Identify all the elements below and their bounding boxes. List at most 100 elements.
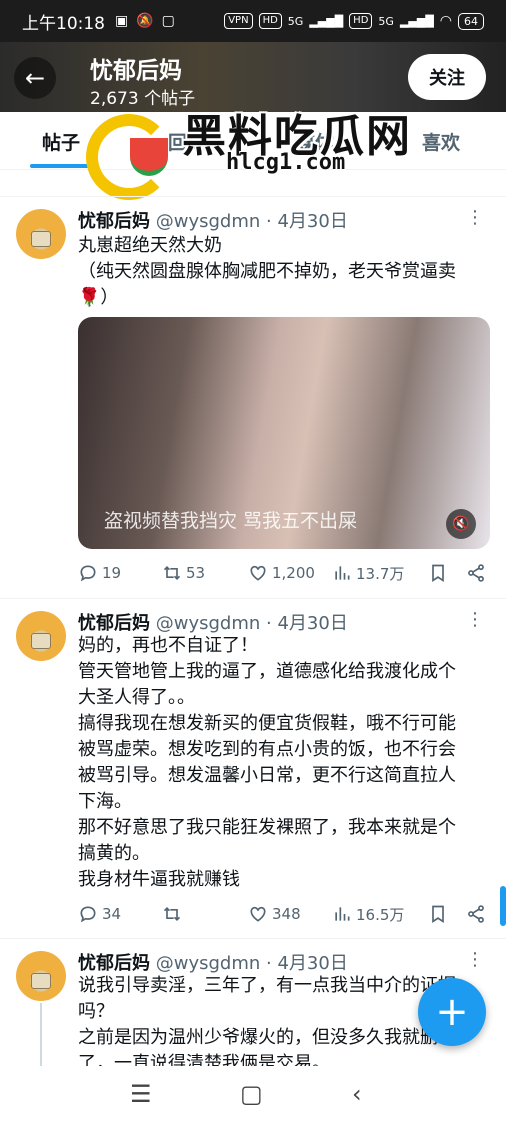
post-video[interactable]: 盗视频替我挡灾 骂我五不出屎 🔇 [78, 317, 490, 549]
avatar-face [31, 231, 51, 247]
post-text-line: 搞得我现在想发新买的便宜货假鞋，哦不行可能 [78, 713, 456, 734]
heart-icon [250, 906, 266, 922]
more-options-icon[interactable]: ⋮ [466, 207, 484, 228]
heart-icon [250, 565, 266, 581]
post-text: 妈的，再也不自证了！ 管天管地管上我的逼了，道德感化给我渡化成个 大圣人得了。。… [78, 633, 496, 893]
hd-badge: HD [258, 13, 282, 29]
profile-name: 忧郁后妈 [90, 58, 182, 84]
views-button[interactable]: 13.7万 [332, 563, 428, 584]
reply-count: 19 [102, 564, 122, 582]
reply-count: 34 [102, 905, 122, 923]
mute-icon[interactable]: 🔇 [446, 509, 476, 539]
post-text-line: 下海。 [78, 791, 132, 812]
post-actions: 34 348 16.5万 [78, 901, 488, 927]
post-1[interactable]: 忧郁后妈 @wysgdmn · 4月30日 ⋮ 丸崽超绝天然大奶 （纯天然圆盘腺… [0, 196, 506, 598]
author-name[interactable]: 忧郁后妈 [78, 953, 150, 974]
meta-separator: · [266, 953, 272, 974]
back-nav-icon[interactable]: ‹ [352, 1080, 362, 1108]
like-button[interactable]: 1,200 [248, 563, 332, 583]
post-text-line: 我身材牛逼我就赚钱 [78, 869, 240, 890]
post-text-line: 大圣人得了。。 [78, 687, 195, 708]
back-arrow-icon: ← [24, 64, 46, 92]
retweet-button[interactable]: 53 [162, 563, 248, 583]
watermelon-icon [130, 138, 168, 176]
reply-button[interactable]: 34 [78, 904, 162, 924]
bookmark-button[interactable] [428, 563, 466, 583]
post-meta: 忧郁后妈 @wysgdmn · 4月30日 [78, 207, 348, 233]
author-handle: @wysgdmn [155, 613, 261, 634]
view-count: 16.5万 [356, 905, 405, 924]
avatar[interactable] [16, 611, 66, 661]
tab-likes[interactable]: 喜欢 [422, 128, 460, 155]
status-bar: 上午10:18 ▣ 🔕 ▢ VPN HD 5G ▂▄▆█ HD 5G ▂▄▆█ … [0, 0, 506, 42]
signal-icon-2: ▂▄▆█ [399, 14, 434, 28]
post-2[interactable]: 忧郁后妈 @wysgdmn · 4月30日 ⋮ 妈的，再也不自证了！ 管天管地管… [0, 598, 506, 938]
tab-posts[interactable]: 帖子 [42, 128, 80, 155]
status-right-icons: VPN HD 5G ▂▄▆█ HD 5G ▂▄▆█ ◠ 64 [224, 12, 484, 30]
like-count: 348 [272, 905, 301, 923]
post-text-line: 那不好意思了我只能狂发裸照了，我本来就是个 [78, 817, 456, 838]
post-text-line: 搞黄的。 [78, 843, 150, 864]
recent-apps-icon[interactable]: ☰ [130, 1080, 152, 1108]
avatar-face [31, 973, 51, 989]
like-count: 1,200 [272, 564, 315, 582]
retweet-count: 53 [186, 564, 206, 582]
more-options-icon[interactable]: ⋮ [466, 949, 484, 970]
reply-icon [80, 906, 96, 923]
status-left-icons: ▣ 🔕 ▢ [115, 13, 175, 29]
back-button[interactable]: ← [14, 57, 56, 99]
author-name[interactable]: 忧郁后妈 [78, 211, 150, 232]
signal-icon: ▂▄▆█ [309, 14, 344, 28]
reply-icon [80, 565, 96, 582]
avatar[interactable] [16, 209, 66, 259]
bookmark-icon [432, 564, 444, 583]
share-button[interactable] [466, 904, 486, 924]
post-text-line: 妈的，再也不自证了！ [78, 635, 258, 656]
like-button[interactable]: 348 [248, 904, 332, 924]
screenshot-icon: ▣ [115, 13, 129, 29]
retweet-icon [163, 906, 181, 922]
battery-indicator: 64 [458, 12, 484, 30]
compose-button[interactable]: + [418, 978, 486, 1046]
thread-line [40, 1003, 42, 1066]
share-icon [468, 905, 484, 923]
system-nav-bar: ☰ ▢ ‹ [0, 1066, 506, 1125]
scrollbar[interactable] [500, 886, 506, 926]
post-text-line: 了，一直说得清楚我俩是交易。 [78, 1053, 330, 1066]
follow-button[interactable]: 关注 [408, 54, 486, 100]
meta-separator: · [266, 211, 272, 232]
views-icon [335, 566, 350, 580]
bookmark-button[interactable] [428, 904, 466, 924]
share-button[interactable] [466, 563, 486, 583]
views-icon [335, 907, 350, 921]
post-date: 4月30日 [277, 953, 348, 974]
views-button[interactable]: 16.5万 [332, 904, 428, 925]
more-options-icon[interactable]: ⋮ [466, 609, 484, 630]
app-notification-icon: ▢ [161, 13, 175, 29]
post-text-line: 被骂引导。想发温馨小日常，更不行这简直拉人 [78, 765, 456, 786]
home-icon[interactable]: ▢ [240, 1080, 263, 1108]
post-text-line: （纯天然圆盘腺体胸减肥不掉奶，老天爷赏逼卖 [78, 261, 456, 282]
post-text-line: 丸崽超绝天然大奶 [78, 235, 222, 256]
status-time: 上午10:18 [22, 13, 105, 34]
post-date: 4月30日 [277, 613, 348, 634]
author-handle: @wysgdmn [155, 211, 261, 232]
signal-5g-label: 5G [287, 14, 304, 28]
author-name[interactable]: 忧郁后妈 [78, 613, 150, 634]
wifi-icon: ◠ [439, 13, 452, 29]
bookmark-icon [432, 905, 444, 924]
watermark-url: hlcg1.com [226, 150, 346, 175]
signal-5g-label-2: 5G [378, 14, 394, 28]
post-date: 4月30日 [277, 211, 348, 232]
meta-separator: · [266, 613, 272, 634]
post-text-line: 管天管地管上我的逼了，道德感化给我渡化成个 [78, 661, 456, 682]
hd-badge-2: HD [349, 13, 373, 29]
post-actions: 19 53 1,200 13.7万 [78, 560, 488, 586]
reply-button[interactable]: 19 [78, 563, 162, 583]
post-meta: 忧郁后妈 @wysgdmn · 4月30日 [78, 949, 348, 975]
avatar[interactable] [16, 951, 66, 1001]
post-text-line: 被骂虚荣。想发吃到的有点小贵的饭，也不行会 [78, 739, 456, 760]
retweet-button[interactable] [162, 904, 248, 924]
author-handle: @wysgdmn [155, 953, 261, 974]
view-count: 13.7万 [356, 564, 405, 583]
